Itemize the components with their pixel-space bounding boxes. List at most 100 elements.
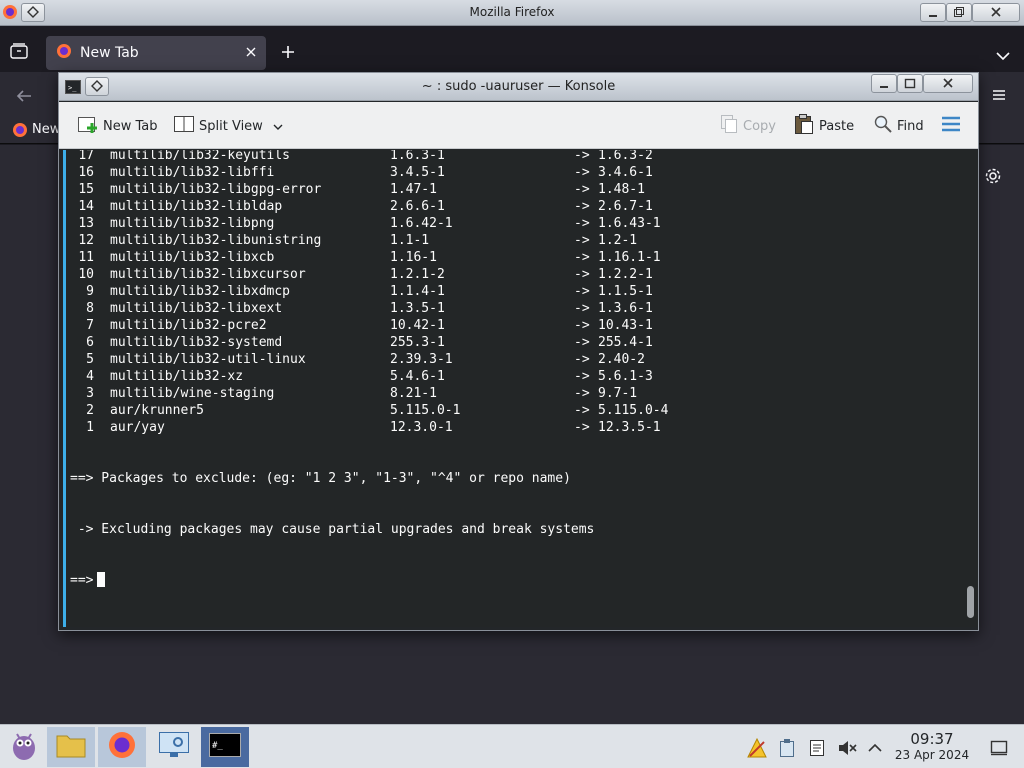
show-desktop-icon[interactable] <box>988 737 1010 759</box>
svg-text:#_: #_ <box>212 741 223 751</box>
minimize-icon <box>879 74 889 93</box>
package-arrow: -> <box>574 318 590 333</box>
close-icon <box>942 74 954 93</box>
input-prompt-line[interactable]: ==> <box>70 572 960 589</box>
tray-volume-muted-icon[interactable] <box>836 737 858 759</box>
package-old-version: 3.4.5-1 <box>390 165 445 180</box>
package-row: 9 multilib/lib32-libxdmcp 1.1.4-1 -> 1.1.5-1 <box>70 283 960 300</box>
package-old-version: 12.3.0-1 <box>390 420 453 435</box>
taskbar-konsole[interactable]: #_ <box>201 727 249 767</box>
split-view-icon <box>173 115 195 137</box>
package-new-version: 1.6.3-2 <box>598 150 653 163</box>
package-name: multilib/lib32-libxcursor <box>110 267 306 282</box>
konsole-titlebar[interactable]: >_ ~ : sudo -uauruser — Konsole <box>59 73 978 101</box>
package-name: multilib/lib32-systemd <box>110 335 283 350</box>
package-arrow: -> <box>574 335 590 350</box>
package-old-version: 10.42-1 <box>390 318 445 333</box>
taskbar-firefox[interactable] <box>98 727 146 767</box>
firefox-maximize-button[interactable] <box>946 3 972 22</box>
monitor-settings-icon <box>158 731 190 763</box>
package-new-version: 2.6.7-1 <box>598 199 653 214</box>
tray-expand-chevron-up-icon[interactable] <box>864 737 886 759</box>
package-new-version: 5.115.0-4 <box>598 403 669 418</box>
package-new-version: 255.4-1 <box>598 335 653 350</box>
package-arrow: -> <box>574 352 590 367</box>
package-arrow: -> <box>574 284 590 299</box>
package-number: 14 <box>78 199 94 214</box>
konsole-maximize-button[interactable] <box>897 74 923 93</box>
package-row: 17 multilib/lib32-keyutils 1.6.3-1 -> 1.6.3-… <box>70 150 960 164</box>
package-row: 4 multilib/lib32-xz 5.4.6-1 -> 5.6.1-3 <box>70 368 960 385</box>
tray-clipboard-icon[interactable] <box>776 737 798 759</box>
new-tab-icon <box>77 114 99 138</box>
new-tab-label: New Tab <box>103 118 158 134</box>
taskbar-system-settings[interactable] <box>150 727 198 767</box>
paste-icon <box>793 113 815 139</box>
find-label: Find <box>897 118 924 134</box>
firefox-close-button[interactable] <box>972 3 1020 22</box>
package-number: 11 <box>78 250 94 265</box>
konsole-close-button[interactable] <box>923 74 973 93</box>
package-arrow: -> <box>574 403 590 418</box>
package-name: multilib/lib32-libunistring <box>110 233 322 248</box>
taskbar-file-manager[interactable] <box>47 727 95 767</box>
package-row: 1 aur/yay 12.3.0-1 -> 12.3.5-1 <box>70 419 960 436</box>
list-tabs-chevron-icon[interactable] <box>996 46 1010 65</box>
package-name: multilib/lib32-xz <box>110 369 244 384</box>
application-launcher-button[interactable] <box>0 727 48 767</box>
terminal-view[interactable]: 25extra/xorg-xpr1.1.0-1->1.2.0-124extra/… <box>63 150 964 627</box>
launcher-mascot-icon <box>9 729 39 765</box>
package-number: 17 <box>78 150 94 163</box>
split-view-button[interactable]: Split View <box>173 114 283 138</box>
scrollbar-thumb[interactable] <box>967 586 974 618</box>
find-button[interactable]: Find <box>873 114 924 138</box>
terminal-scrollbar[interactable] <box>964 150 978 627</box>
chevron-down-icon <box>273 119 283 134</box>
paste-button[interactable]: Paste <box>793 114 854 138</box>
package-number: 16 <box>78 165 94 180</box>
maximize-icon <box>904 74 916 93</box>
bookmark-item[interactable]: New <box>32 122 60 137</box>
package-row: 11 multilib/lib32-libxcb 1.16-1 -> 1.16.1-1 <box>70 249 960 266</box>
package-number: 5 <box>86 352 94 367</box>
package-new-version: 10.43-1 <box>598 318 653 333</box>
package-number: 4 <box>86 369 94 384</box>
tab-new-tab[interactable]: New Tab <box>46 36 266 70</box>
package-arrow: -> <box>574 386 590 401</box>
package-arrow: -> <box>574 150 590 163</box>
firefox-titlebar: Mozilla Firefox <box>0 0 1024 26</box>
app-menu-hamburger-icon[interactable] <box>992 87 1006 106</box>
split-view-label: Split View <box>199 118 263 134</box>
package-name: multilib/lib32-libxcb <box>110 250 275 265</box>
package-name: multilib/lib32-util-linux <box>110 352 306 367</box>
package-number: 10 <box>78 267 94 282</box>
konsole-minimize-button[interactable] <box>871 74 897 93</box>
package-new-version: 12.3.5-1 <box>598 420 661 435</box>
hamburger-menu-icon <box>941 116 961 136</box>
package-row: 2 aur/krunner5 5.115.0-1 -> 5.115.0-4 <box>70 402 960 419</box>
package-new-version: 1.2-1 <box>598 233 638 248</box>
copy-button[interactable]: Copy <box>719 114 776 138</box>
clock-date: 23 Apr 2024 <box>894 748 970 762</box>
package-name: multilib/lib32-pcre2 <box>110 318 267 333</box>
back-arrow-icon[interactable] <box>16 88 32 107</box>
new-tab-button[interactable]: New Tab <box>77 114 158 138</box>
package-arrow: -> <box>574 250 590 265</box>
find-icon <box>873 114 893 138</box>
new-tab-plus-icon[interactable] <box>281 44 295 63</box>
bookmark-firefox-icon <box>12 122 28 142</box>
package-old-version: 1.1-1 <box>390 233 430 248</box>
page-settings-gear-icon[interactable] <box>984 167 1002 189</box>
firefox-tabbar: New Tab <box>0 27 1024 71</box>
package-old-version: 1.47-1 <box>390 182 437 197</box>
tab-close-icon[interactable] <box>246 45 256 61</box>
firefox-icon <box>107 730 137 764</box>
tray-notes-icon[interactable] <box>806 737 828 759</box>
tab-overview-icon[interactable] <box>10 43 28 63</box>
package-old-version: 1.3.5-1 <box>390 301 445 316</box>
digital-clock[interactable]: 09:37 23 Apr 2024 <box>890 731 974 763</box>
package-row: 13 multilib/lib32-libpng 1.6.42-1 -> 1.6.43-… <box>70 215 960 232</box>
firefox-minimize-button[interactable] <box>920 3 946 22</box>
tray-update-notifier-icon[interactable] <box>746 737 768 759</box>
konsole-menu-button[interactable] <box>941 114 961 138</box>
